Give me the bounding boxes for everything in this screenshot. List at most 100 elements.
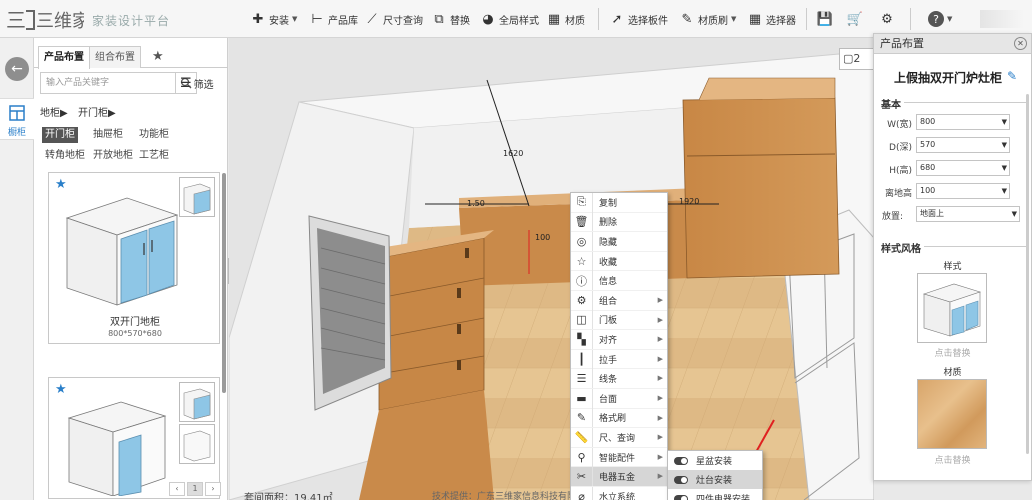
help-button[interactable]: ? ▼ [928, 10, 952, 28]
menu-measure[interactable]: 📏 尺、查询 ▶ [571, 427, 667, 448]
submenu-label: 四件电器安装 [696, 495, 751, 500]
elevation-select[interactable]: 100 ▼ [916, 183, 1010, 199]
submenu-sink-install[interactable]: 星盆安装 [668, 451, 762, 470]
cabinet-thumb-icon [183, 388, 211, 420]
replace-button[interactable]: ⧉ 替换 [431, 10, 470, 28]
favorites-star-icon[interactable]: ★ [152, 49, 164, 64]
page-number[interactable]: 1 [187, 482, 203, 496]
style-label: 样式 [943, 262, 962, 272]
menu-format-brush[interactable]: ✎ 格式刷 ▶ [571, 408, 667, 429]
context-menu: ⎘ 复制 🗑 删除 ◎ 隐藏 ☆ 收藏 ⓘ 信息 ⚙ 组合 ▶ ◫ 门板 ▶ ▚ 对齐 ▶ ┃ 拉手 ▶ … [570, 192, 668, 500]
star-icon: ☆ [571, 251, 593, 271]
category-function-cabinet[interactable]: 功能柜 [136, 127, 172, 143]
menu-handle[interactable]: ┃ 拉手 ▶ [571, 349, 667, 370]
menu-label: 收藏 [599, 257, 618, 268]
menu-label: 对齐 [599, 335, 618, 346]
search-input[interactable]: 输入产品关键字 [40, 72, 176, 94]
product-card[interactable]: ★ [48, 377, 220, 499]
replace-label: 替换 [450, 15, 470, 27]
filter-button[interactable]: ☰ 筛选 [180, 76, 214, 91]
prev-page-button[interactable]: ‹ [169, 482, 185, 496]
menu-countertop[interactable]: ▬ 台面 ▶ [571, 388, 667, 409]
material-preview[interactable] [917, 379, 987, 449]
menu-label: 台面 [599, 394, 618, 405]
view-page-button[interactable]: ▢2 [839, 48, 875, 70]
grid-select-icon: ▦ [748, 11, 762, 27]
user-avatar-blur[interactable] [980, 10, 1024, 28]
submenu-appliance-install[interactable]: 四件电器安装 [668, 489, 762, 500]
design-viewport[interactable]: 1620 1.50 1920 100 [229, 38, 874, 500]
next-page-button[interactable]: › [205, 482, 221, 496]
material-replace-link[interactable]: 点击替换 [874, 453, 1031, 466]
tab-product-layout[interactable]: 产品布置 [38, 46, 90, 69]
cabinet-tab[interactable]: 橱柜 [0, 98, 34, 140]
properties-scrollbar[interactable] [1026, 94, 1029, 454]
category-corner-cabinet[interactable]: 转角地柜 [42, 148, 88, 164]
menu-group[interactable]: ⚙ 组合 ▶ [571, 290, 667, 311]
thumbnail-variant[interactable] [179, 424, 215, 464]
category-door-cabinet[interactable]: 开门柜 [42, 127, 78, 143]
panel-scrollbar[interactable] [222, 173, 226, 393]
category-drawer-cabinet[interactable]: 抽屉柜 [90, 127, 126, 143]
menu-copy[interactable]: ⎘ 复制 [571, 192, 667, 213]
logo-icon: 三 三维家 [6, 8, 84, 32]
menu-info[interactable]: ⓘ 信息 [571, 271, 667, 291]
category-open-cabinet[interactable]: 开放地柜 [90, 148, 136, 164]
measure-icon: 📏 [571, 427, 593, 447]
back-arrow-icon[interactable]: ← [5, 57, 29, 81]
save-button[interactable]: 💾 [817, 10, 833, 28]
menu-hide[interactable]: ◎ 隐藏 [571, 231, 667, 252]
tab-combo-layout[interactable]: 组合布置 [89, 46, 141, 68]
caret-down-icon: ▼ [292, 15, 298, 23]
menu-favorite[interactable]: ☆ 收藏 [571, 251, 667, 272]
menu-lines[interactable]: ☰ 线条 ▶ [571, 369, 667, 389]
close-icon[interactable]: ✕ [1014, 37, 1027, 50]
breadcrumb-door-cabinet[interactable]: 开门柜▶ [78, 104, 116, 119]
menu-delete[interactable]: 🗑 删除 [571, 212, 667, 233]
selector-button[interactable]: ▦ 选择器 [747, 10, 796, 28]
thumbnail-variant[interactable] [179, 382, 215, 422]
chevron-down-icon: ▼ [1001, 187, 1007, 195]
placement-select[interactable]: 地面上 ▼ [916, 206, 1020, 222]
cabinet-tab-label: 橱柜 [7, 128, 26, 138]
product-library-button[interactable]: ⊢ 产品库 [309, 10, 358, 28]
material-button[interactable]: ▦ 材质 [546, 10, 585, 28]
edit-icon[interactable]: ✎ [1007, 69, 1017, 83]
menu-label: 删除 [599, 218, 618, 229]
room-3d-render: 1620 1.50 1920 100 [229, 38, 874, 500]
product-size: 800*570*680 [108, 329, 162, 338]
cabinet-thumb-icon [183, 430, 211, 462]
product-card[interactable]: ★ 双开门地柜 800*570*680 [48, 172, 220, 344]
width-select[interactable]: 800 ▼ [916, 114, 1010, 130]
field-label: 离地高 [884, 189, 912, 199]
select-panel-button[interactable]: ➚ 选择板件 [609, 10, 668, 28]
submenu-arrow-icon: ▶ [657, 335, 663, 344]
material-brush-button[interactable]: ✎ 材质刷 ▼ [679, 10, 737, 28]
menu-label: 格式刷 [599, 414, 627, 425]
category-craft-cabinet[interactable]: 工艺柜 [136, 148, 172, 164]
plus-icon: ✚ [252, 11, 264, 27]
depth-select[interactable]: 570 ▼ [916, 137, 1010, 153]
size-query-button[interactable]: ⟋ 尺寸查询 [364, 10, 423, 28]
submenu-arrow-icon: ▶ [657, 433, 663, 442]
cabinet-style-image [923, 283, 981, 337]
cart-button[interactable]: 🛒 [847, 10, 863, 28]
breadcrumb-floor-cabinet[interactable]: 地柜▶ [40, 104, 68, 119]
height-select[interactable]: 680 ▼ [916, 160, 1010, 176]
menu-door[interactable]: ◫ 门板 ▶ [571, 310, 667, 331]
style-preview[interactable] [917, 273, 987, 343]
menu-water[interactable]: ⌀ 水立系统 [571, 486, 667, 500]
global-style-button[interactable]: ◕ 全局样式 [480, 10, 539, 28]
settings-button[interactable]: ⚙ [879, 10, 895, 28]
submenu-stove-install[interactable]: 灶台安装 [668, 470, 762, 489]
lines-icon: ☰ [571, 369, 593, 389]
menu-hardware[interactable]: ✂ 电器五金 ▶ [571, 467, 667, 487]
filter-label: 筛选 [193, 80, 214, 91]
menu-accessory[interactable]: ⚲ 智能配件 ▶ [571, 447, 667, 468]
menu-label: 复制 [599, 198, 618, 209]
page-icon: ▢ [843, 52, 854, 65]
menu-align[interactable]: ▚ 对齐 ▶ [571, 329, 667, 350]
style-replace-link[interactable]: 点击替换 [874, 346, 1031, 359]
material-label: 材质 [943, 368, 962, 378]
install-button[interactable]: ✚ 安装 ▼ [250, 10, 298, 28]
